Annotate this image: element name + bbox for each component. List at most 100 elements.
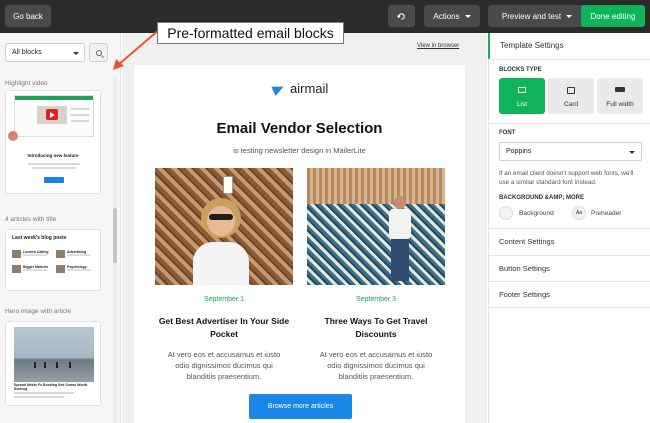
annotation-callout: Pre-formatted email blocks — [157, 22, 344, 44]
button-settings-section[interactable]: Button Settings — [499, 264, 550, 273]
blocks-type-full-width-button[interactable]: Full width — [597, 78, 643, 114]
blocks-filter-select[interactable]: All blocks — [5, 43, 85, 62]
article-image-selfie[interactable] — [155, 168, 293, 285]
preview-label: Preview and test — [501, 11, 562, 21]
font-label: FONT — [499, 130, 516, 136]
thumbnail-title: Last week's blog posts — [12, 235, 67, 241]
sunglasses — [209, 214, 233, 220]
article-body[interactable]: At vero eos et accusamus et iusto odio d… — [160, 349, 288, 382]
full-width-icon — [615, 87, 625, 92]
blocks-filter-value: All blocks — [12, 49, 42, 56]
divider — [488, 59, 650, 60]
divider — [488, 123, 650, 124]
blocks-type-label: BLOCKS TYPE — [499, 67, 542, 73]
preheader-swatch-label: Preheader — [591, 210, 622, 217]
font-value: Poppins — [506, 148, 532, 155]
phone-icon — [223, 176, 233, 194]
active-indicator — [488, 33, 490, 59]
thumbnail-line — [67, 269, 91, 271]
content-settings-section[interactable]: Content Settings — [499, 237, 554, 246]
person-figure — [193, 176, 249, 285]
annotation-arrow-icon — [113, 28, 161, 70]
carved-wall — [307, 168, 445, 204]
footer-settings-section[interactable]: Footer Settings — [499, 290, 550, 299]
article-body[interactable]: At vero eos et accusamus et iusto odio d… — [312, 349, 440, 382]
view-in-browser-link[interactable]: View in browser — [417, 43, 459, 49]
thumbnail-line — [23, 269, 47, 271]
thumbnail-line — [71, 120, 89, 122]
list-icon — [518, 87, 526, 93]
figure — [56, 362, 58, 368]
thumbnail-line — [28, 163, 80, 165]
thumbnail-screenshot — [14, 95, 94, 137]
thumbnail-line — [67, 254, 91, 256]
blocks-type-list-button[interactable]: List — [499, 78, 545, 114]
go-back-button[interactable]: Go back — [5, 5, 51, 27]
card-icon — [567, 87, 575, 94]
email-headline[interactable]: Email Vendor Selection — [134, 120, 465, 137]
background-color-swatch[interactable] — [499, 206, 513, 220]
thumbnail-button — [44, 177, 64, 183]
type-label: List — [516, 101, 528, 108]
thumbnail-image — [56, 250, 65, 258]
block-thumbnail-hero-image[interactable]: Spread Attirte Fx Booking Sed Summ Wordt… — [5, 321, 101, 406]
thumbnail-title: Introducing new feature — [27, 153, 79, 158]
thumbnail-line — [71, 114, 89, 116]
font-note: If an email client doesn't support web f… — [499, 170, 634, 186]
blocks-type-card-button[interactable]: Card — [548, 78, 594, 114]
blocks-panel: All blocks Highlight video Introducing n… — [0, 33, 121, 423]
search-blocks-button[interactable] — [89, 43, 108, 62]
article-title[interactable]: Get Best Advertiser In Your Side Pocket — [155, 315, 293, 341]
divider — [488, 228, 650, 229]
thumbnail-line — [32, 167, 76, 169]
background-label: BACKGROUND &AMP; MORE — [499, 195, 584, 201]
history-button[interactable] — [388, 5, 415, 27]
history-icon — [397, 12, 405, 20]
shirt — [389, 209, 411, 239]
category-label: Highlight video — [5, 80, 48, 87]
figure — [34, 362, 36, 368]
thumbnail-caption: Spread Attirte Fx Booking Sed Summ Wordt… — [14, 383, 88, 391]
chevron-down-icon — [464, 14, 471, 18]
text-style-icon: Aa — [575, 210, 583, 216]
thumbnail-line — [71, 108, 89, 110]
type-label: Card — [563, 101, 579, 108]
article-title[interactable]: Three Ways To Get Travel Discounts — [307, 315, 445, 341]
divider — [488, 307, 650, 308]
preheader-swatch[interactable]: Aa — [572, 206, 586, 220]
email-subline[interactable]: is testing newsletter design in MailerLi… — [134, 146, 465, 155]
jeans — [391, 239, 409, 281]
thumbnail-article: Psychology — [56, 265, 96, 275]
type-label: Full width — [606, 101, 634, 108]
chevron-down-icon — [566, 14, 573, 18]
background-swatch-label: Background — [519, 210, 554, 217]
actions-dropdown[interactable]: Actions — [424, 5, 480, 27]
thumbnail-line — [23, 254, 47, 256]
preview-and-test-dropdown[interactable]: Preview and test — [488, 5, 586, 27]
figure — [69, 362, 71, 368]
thumbnail-image — [56, 265, 65, 273]
play-icon — [46, 109, 58, 120]
face — [207, 206, 235, 236]
template-settings-header[interactable]: Template Settings — [500, 41, 564, 50]
font-select[interactable]: Poppins — [499, 142, 642, 161]
scrollbar-thumb[interactable] — [113, 208, 117, 263]
brand-logo: airmail — [271, 81, 328, 96]
actions-label: Actions — [433, 11, 460, 21]
chevron-down-icon — [73, 52, 79, 55]
thumbnail-header-bar — [15, 96, 93, 100]
thumbnail-line — [14, 396, 64, 398]
browse-more-articles-button[interactable]: Browse more articles — [249, 394, 352, 419]
shirt — [193, 242, 249, 285]
done-editing-button[interactable]: Done editing — [581, 5, 645, 27]
block-thumbnail-4-articles[interactable]: Last week's blog posts London Calling Ad… — [5, 229, 101, 291]
person-figure — [385, 196, 415, 285]
article-image-tiles[interactable] — [307, 168, 445, 285]
thumbnail-image — [12, 265, 21, 273]
thumbnail-hero-image — [14, 327, 94, 382]
divider — [488, 255, 650, 256]
paper-plane-icon — [271, 81, 286, 96]
article-date: September 1 — [203, 296, 245, 303]
figure — [44, 362, 46, 368]
block-thumbnail-highlight-video[interactable]: Introducing new feature — [5, 90, 101, 194]
